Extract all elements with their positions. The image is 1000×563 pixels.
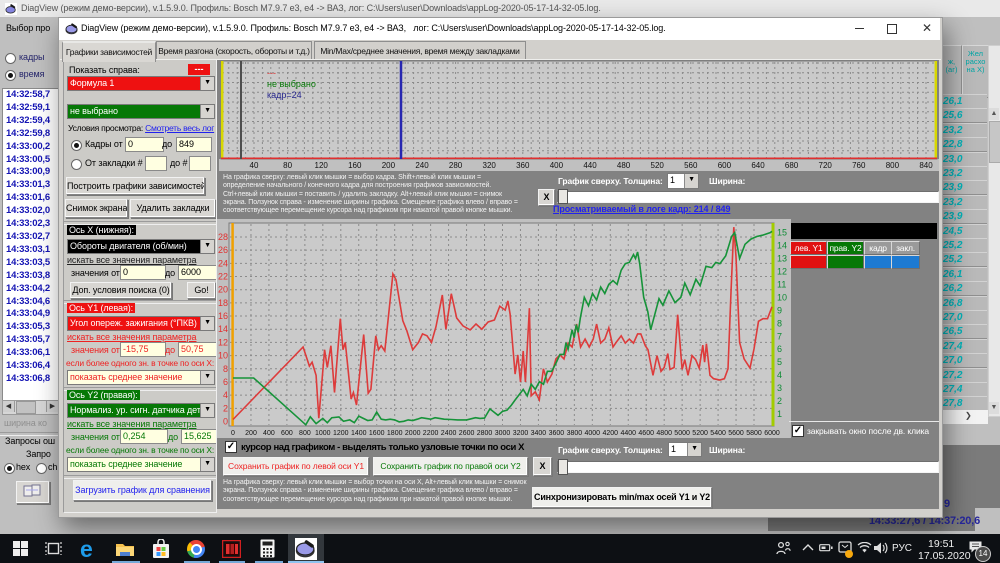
svg-text:2800: 2800: [477, 430, 493, 437]
svg-text:1400: 1400: [351, 430, 367, 437]
svg-text:7: 7: [777, 331, 782, 341]
svg-text:11: 11: [777, 279, 786, 289]
svg-text:160: 160: [348, 161, 362, 170]
svg-text:кадр=24: кадр=24: [267, 90, 302, 100]
svg-text:3800: 3800: [567, 430, 583, 437]
svg-text:20: 20: [218, 285, 228, 295]
svg-text:15: 15: [777, 228, 787, 238]
svg-text:1800: 1800: [387, 430, 403, 437]
svg-text:14: 14: [218, 324, 228, 334]
svg-text:840: 840: [919, 161, 933, 170]
svg-text:720: 720: [819, 161, 833, 170]
svg-text:4: 4: [223, 390, 228, 400]
svg-text:40: 40: [250, 161, 259, 170]
svg-text:3: 3: [777, 383, 782, 393]
svg-text:13: 13: [777, 254, 787, 264]
svg-text:8: 8: [223, 364, 228, 374]
svg-text:200: 200: [245, 430, 257, 437]
svg-text:5000: 5000: [674, 430, 690, 437]
svg-text:5200: 5200: [692, 430, 708, 437]
svg-text:400: 400: [550, 161, 564, 170]
svg-text:1200: 1200: [333, 430, 349, 437]
svg-text:2600: 2600: [459, 430, 475, 437]
svg-text:не выбрано: не выбрано: [267, 79, 316, 89]
svg-text:5600: 5600: [728, 430, 744, 437]
svg-text:5: 5: [777, 357, 782, 367]
svg-text:2: 2: [777, 396, 782, 406]
svg-text:12: 12: [218, 337, 228, 347]
svg-text:440: 440: [583, 161, 597, 170]
svg-text:1: 1: [777, 409, 782, 419]
svg-text:600: 600: [718, 161, 732, 170]
svg-text:12: 12: [777, 267, 787, 277]
svg-text:600: 600: [281, 430, 293, 437]
svg-text:0: 0: [231, 430, 235, 437]
svg-text:6: 6: [223, 377, 228, 387]
svg-text:2: 2: [223, 403, 228, 413]
svg-text:4000: 4000: [585, 430, 601, 437]
svg-text:680: 680: [785, 161, 799, 170]
svg-text:800: 800: [886, 161, 900, 170]
svg-text:6: 6: [777, 344, 782, 354]
svg-text:5400: 5400: [710, 430, 726, 437]
svg-text:0: 0: [223, 417, 228, 427]
svg-text:560: 560: [684, 161, 698, 170]
svg-text:760: 760: [852, 161, 866, 170]
svg-text:2400: 2400: [441, 430, 457, 437]
svg-text:4800: 4800: [656, 430, 672, 437]
svg-text:2200: 2200: [423, 430, 439, 437]
svg-text:26: 26: [218, 245, 228, 255]
svg-text:640: 640: [751, 161, 765, 170]
svg-text:3600: 3600: [549, 430, 565, 437]
svg-text:22: 22: [218, 272, 228, 282]
svg-text:14: 14: [777, 241, 787, 251]
svg-text:4600: 4600: [638, 430, 654, 437]
svg-text:6000: 6000: [764, 430, 780, 437]
svg-text:24: 24: [218, 258, 228, 268]
svg-text:10: 10: [777, 292, 787, 302]
svg-text:200: 200: [382, 161, 396, 170]
svg-text:8: 8: [777, 318, 782, 328]
svg-text:2000: 2000: [405, 430, 421, 437]
svg-text:800: 800: [299, 430, 311, 437]
svg-text:480: 480: [617, 161, 631, 170]
svg-text:240: 240: [415, 161, 429, 170]
svg-text:400: 400: [263, 430, 275, 437]
svg-text:28: 28: [218, 232, 228, 242]
svg-text:520: 520: [651, 161, 665, 170]
svg-text:10: 10: [218, 351, 228, 361]
svg-text:5800: 5800: [746, 430, 762, 437]
svg-text:4200: 4200: [603, 430, 619, 437]
svg-text:360: 360: [516, 161, 530, 170]
svg-text:4: 4: [777, 370, 782, 380]
svg-text:1000: 1000: [315, 430, 331, 437]
svg-text:3000: 3000: [495, 430, 511, 437]
svg-text:9: 9: [777, 305, 782, 315]
svg-text:120: 120: [315, 161, 329, 170]
svg-text:3200: 3200: [513, 430, 529, 437]
svg-text:4400: 4400: [621, 430, 637, 437]
svg-text:16: 16: [218, 311, 228, 321]
svg-text:18: 18: [218, 298, 228, 308]
svg-text:280: 280: [449, 161, 463, 170]
svg-text:80: 80: [283, 161, 292, 170]
svg-text:---: ---: [267, 68, 276, 78]
svg-text:1600: 1600: [369, 430, 385, 437]
svg-text:320: 320: [483, 161, 497, 170]
svg-text:3400: 3400: [531, 430, 547, 437]
